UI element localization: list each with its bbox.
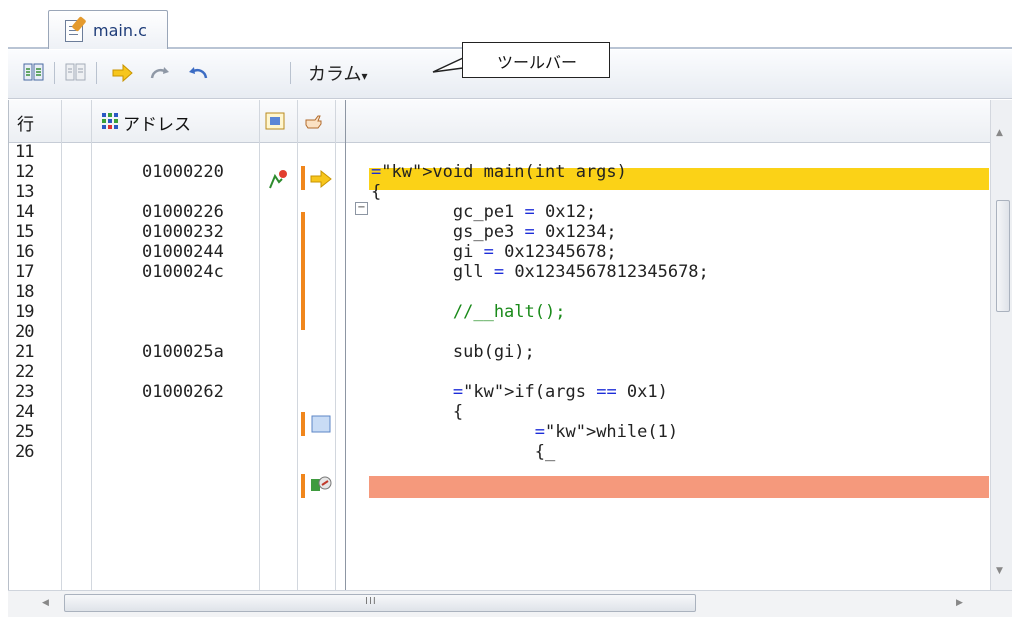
code-text: gll = 0x1234567812345678; [371,262,709,282]
code-text: {_ [371,442,556,462]
line-number: 18 [15,282,34,302]
scroll-up-icon[interactable]: ▲ [996,128,1003,138]
coverage-bar [301,474,305,498]
source-view-icon[interactable] [22,60,46,86]
line-number: 11 [15,142,34,162]
pc-hand-icon [303,111,323,131]
line-number: 15 [15,222,34,242]
toolbar-callout-text: ツールバー [496,53,577,72]
scroll-grip-icon: III [365,596,377,607]
code-line[interactable]: 19 //__halt(); [9,302,991,324]
column-menu-button[interactable]: カラム▾ [308,60,368,86]
code-line[interactable]: 13 { [9,182,991,204]
line-number: 12 [15,162,34,182]
column-header: 行 アドレス [9,100,991,143]
scroll-right-icon[interactable]: ▶ [956,598,963,608]
code-line[interactable]: 15 01000232 gs_pe3 = 0x1234; [9,222,991,244]
go-to-pc-icon[interactable] [110,60,134,86]
code-line[interactable]: 12 01000220 ="kw">void main(int args) [9,162,991,184]
code-text: { [371,182,382,202]
callout-pointer [432,57,464,73]
code-text: gs_pe3 = 0x1234; [371,222,617,242]
code-line[interactable]: 11 [9,142,991,164]
line-number: 24 [15,402,34,422]
column-menu-label: カラム [308,64,362,85]
code-text: { [371,402,464,422]
code-line[interactable]: 22 [9,362,991,384]
code-text: ="kw">if(args == 0x1) [452,382,668,402]
redo-icon[interactable] [148,60,172,86]
line-address: 0100024c [142,262,224,282]
vertical-scrollbar[interactable]: ▲ ▼ [990,100,1012,590]
scroll-left-icon[interactable]: ◀ [42,598,49,608]
code-text: sub(gi); [371,342,535,362]
vertical-scroll-thumb[interactable] [996,200,1010,312]
line-address: 01000262 [142,382,224,402]
toolbar-separator [290,62,291,84]
code-line[interactable]: 16 01000244 gi = 0x12345678; [9,242,991,264]
line-number: 23 [15,382,34,402]
line-number: 16 [15,242,34,262]
line-number: 13 [15,182,34,202]
line-number: 26 [15,442,34,462]
horizontal-scroll-thumb[interactable]: III [64,594,696,612]
line-number: 17 [15,262,34,282]
address-grid-icon [101,112,119,130]
code-line[interactable]: 21 0100025a sub(gi); [9,342,991,364]
line-number: 22 [15,362,34,382]
code-line[interactable]: 17 0100024c gll = 0x1234567812345678; [9,262,991,284]
tab-main-c[interactable]: main.c [48,10,168,49]
line-address: 01000232 [142,222,224,242]
code-text: gc_pe1 = 0x12; [371,202,597,222]
line-address: 01000226 [142,202,224,222]
code-text: ="kw">void main(int args) [371,162,627,182]
toolbar-separator [96,62,97,84]
address-column-header: アドレス [123,115,191,135]
line-address: 01000220 [142,162,224,182]
event-column-icon [265,111,285,131]
line-number: 14 [15,202,34,222]
code-line[interactable]: 23 01000262 ="kw">if(args == 0x1) [9,382,991,404]
code-text: //__halt(); [371,302,566,322]
chevron-down-icon: ▾ [361,69,368,83]
line-number: 25 [15,422,34,442]
code-line[interactable]: 14 01000226 gc_pe1 = 0x12; [9,202,991,224]
code-line[interactable]: 24 { [9,402,991,424]
line-number: 19 [15,302,34,322]
toolbar-separator [54,62,55,84]
scroll-down-icon[interactable]: ▼ [996,566,1003,576]
tab-label: main.c [93,21,147,40]
breakpoint-hand-icon[interactable] [307,473,333,497]
line-column-header: 行 [17,115,34,135]
disabled-source-view-icon[interactable] [64,60,88,86]
code-text: gi = 0x12345678; [371,242,617,262]
line-number: 20 [15,322,34,342]
line-address: 01000244 [142,242,224,262]
undo-icon[interactable] [184,60,208,86]
code-line[interactable]: 26 {_ [9,442,991,464]
toolbar-callout: ツールバー [462,42,610,78]
code-text: ="kw">while(1) [534,422,679,442]
document-edit-icon [65,20,83,42]
code-line[interactable]: 25 ="kw">while(1) [9,422,991,444]
source-editor: 行 アドレス − 11 12 01000220 ="kw">void main(… [8,100,992,591]
code-line[interactable]: 18 [9,282,991,304]
line-number: 21 [15,342,34,362]
line-address: 0100025a [142,342,224,362]
breakpoint-line-highlight [369,476,989,498]
code-line[interactable]: 20 [9,322,991,344]
